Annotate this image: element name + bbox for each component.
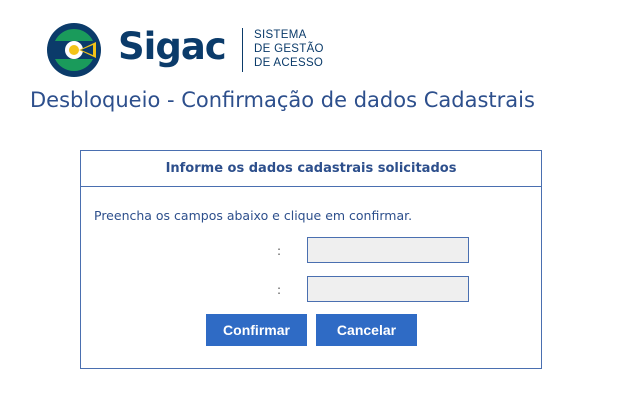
instruction-text: Preencha os campos abaixo e clique em co… <box>94 208 413 223</box>
field-2-label: : <box>277 283 282 297</box>
cancel-button[interactable]: Cancelar <box>316 314 417 346</box>
brand-divider <box>242 28 243 72</box>
field-1-input[interactable] <box>307 237 469 263</box>
confirm-button[interactable]: Confirmar <box>206 314 307 346</box>
field-2-input[interactable] <box>307 276 469 302</box>
page-title: Desbloqueio - Confirmação de dados Cadas… <box>30 88 535 112</box>
brand-name: Sigac <box>118 25 227 68</box>
brand-tagline: SISTEMA DE GESTÃO DE ACESSO <box>254 28 324 70</box>
field-1-label: : <box>277 244 282 258</box>
brand-tagline-line-2: DE GESTÃO <box>254 43 324 55</box>
sigac-logo: Sigac SISTEMA DE GESTÃO DE ACESSO <box>46 20 346 80</box>
panel-header: Informe os dados cadastrais solicitados <box>81 151 541 187</box>
brand-tagline-line-1: SISTEMA <box>254 29 307 41</box>
brand-tagline-line-3: DE ACESSO <box>254 57 324 69</box>
confirmation-panel: Informe os dados cadastrais solicitados … <box>80 150 542 369</box>
sigac-logo-icon <box>47 23 101 77</box>
